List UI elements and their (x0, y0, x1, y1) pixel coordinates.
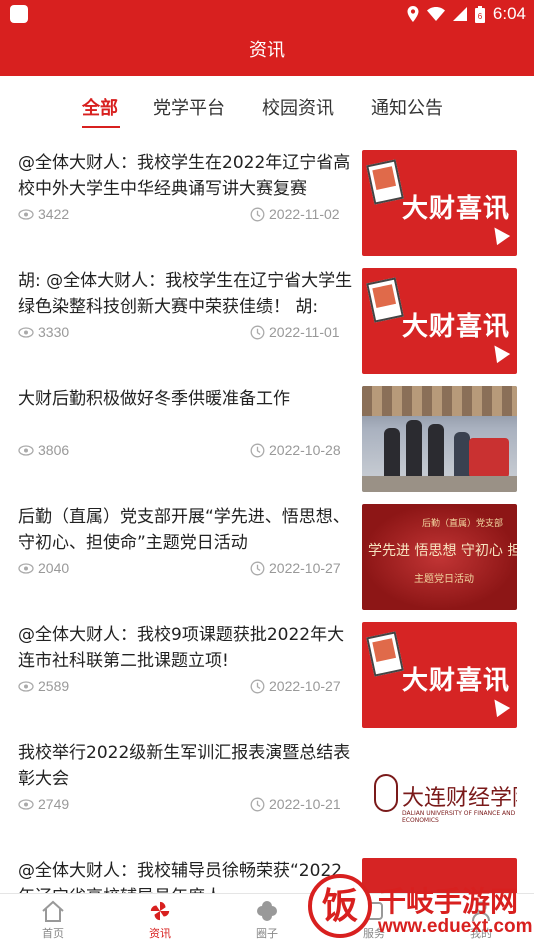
university-logo: 大连财经学院 DALIAN UNIVERSITY OF FINANCE AND … (362, 740, 517, 846)
view-count-value: 2040 (38, 560, 70, 576)
eye-icon (18, 680, 34, 692)
eye-icon (18, 562, 34, 574)
news-item[interactable]: 我校举行2022级新生军训汇报表演暨总结表彰大会 2749 2022-10-21… (0, 728, 534, 846)
news-thumbnail: 大财喜讯 (362, 268, 517, 374)
view-count: 2040 (18, 560, 69, 576)
publish-date: 2022-10-28 (250, 442, 341, 458)
university-seal-icon (374, 774, 398, 812)
eye-icon (18, 444, 34, 456)
eye-icon (18, 208, 34, 220)
thumbnail-text: 学先进 悟思想 守初心 担使命 (368, 543, 517, 559)
category-tabs: 全部 党学平台 校园资讯 通知公告 (0, 76, 534, 138)
publish-date: 2022-11-02 (250, 206, 340, 222)
view-count-value: 2589 (38, 678, 70, 694)
news-title: 后勤（直属）党支部开展“学先进、悟思想、守初心、担使命”主题党日活动 (18, 507, 350, 553)
watermark-logo-icon: 饭 (308, 874, 372, 938)
news-title: @全体大财人：我校学生在2022年辽宁省高校中外大学生中华经典诵写讲大赛复赛 (18, 153, 351, 199)
battery-level: 6 (478, 12, 483, 21)
app-notification-icon (10, 5, 28, 23)
clock-icon (250, 679, 265, 693)
date-value: 2022-11-02 (269, 206, 340, 222)
news-thumbnail: 大财喜讯 (362, 622, 517, 728)
nav-label: 资讯 (149, 927, 171, 940)
news-item[interactable]: 大财后勤积极做好冬季供暖准备工作 3806 2022-10-28 (0, 374, 534, 492)
nav-label: 圈子 (256, 927, 278, 940)
view-count-value: 3422 (38, 206, 70, 222)
location-icon (407, 6, 419, 22)
news-thumbnail-photo (362, 386, 517, 492)
tab-party-platform[interactable]: 党学平台 (153, 94, 225, 120)
news-item[interactable]: @全体大财人：我校学生在2022年辽宁省高校中外大学生中华经典诵写讲大赛复赛 3… (0, 138, 534, 256)
thumbnail-caption: 大财喜讯 (402, 194, 511, 224)
news-title: 大财后勤积极做好冬季供暖准备工作 (18, 389, 290, 409)
view-count-value: 3806 (38, 442, 70, 458)
thumbnail-text: 后勤（直属）党支部 (422, 519, 504, 529)
news-title: @全体大财人：我校辅导员徐畅荣获“2022年辽宁省高校辅导员年度人 (18, 861, 343, 893)
nav-news[interactable]: 资讯 (130, 900, 190, 941)
status-icons: 6 6:04 (407, 4, 526, 24)
clock-icon (250, 443, 265, 457)
news-item[interactable]: @全体大财人：我校9项课题获批2022年大连市社科联第二批课题立项! 2589 … (0, 610, 534, 728)
clover-icon (257, 901, 277, 921)
clock-icon (250, 325, 265, 339)
news-title: 我校举行2022级新生军训汇报表演暨总结表彰大会 (18, 743, 351, 789)
publish-date: 2022-10-27 (250, 678, 341, 694)
news-thumbnail: 大财喜讯 (362, 150, 517, 256)
watermark-url: www.eduext.com (378, 916, 533, 937)
publish-date: 2022-10-21 (250, 796, 341, 812)
watermark-title: 千岐手游网 (378, 885, 519, 918)
university-name: 大连财经学院 (402, 786, 517, 811)
envelope-icon (366, 277, 404, 323)
view-count: 2749 (18, 796, 69, 812)
watermark-logo-char: 饭 (322, 886, 358, 927)
nav-circle[interactable]: 圈子 (237, 900, 297, 941)
news-item[interactable]: 胡: @全体大财人：我校学生在辽宁省大学生绿色染整科技创新大赛中荣获佳绩！ 胡:… (0, 256, 534, 374)
clock-icon (250, 561, 265, 575)
nav-label: 首页 (42, 927, 64, 940)
wifi-icon (426, 7, 445, 21)
cursor-icon (487, 694, 511, 718)
date-value: 2022-10-27 (269, 678, 341, 694)
view-count: 3422 (18, 206, 69, 222)
thumbnail-caption: 大财喜讯 (402, 312, 511, 342)
view-count-value: 3330 (38, 324, 70, 340)
university-name-en: DALIAN UNIVERSITY OF FINANCE AND ECONOMI… (402, 810, 516, 824)
tab-campus-news[interactable]: 校园资讯 (262, 94, 334, 120)
date-value: 2022-10-21 (269, 796, 341, 812)
publish-date: 2022-11-01 (250, 324, 340, 340)
date-value: 2022-11-01 (269, 324, 340, 340)
view-count-value: 2749 (38, 796, 70, 812)
date-value: 2022-10-28 (269, 442, 341, 458)
news-item[interactable]: 后勤（直属）党支部开展“学先进、悟思想、守初心、担使命”主题党日活动 2040 … (0, 492, 534, 610)
date-value: 2022-10-27 (269, 560, 341, 576)
nav-home[interactable]: 首页 (23, 900, 83, 941)
tab-all[interactable]: 全部 (82, 94, 118, 120)
news-title: @全体大财人：我校9项课题获批2022年大连市社科联第二批课题立项! (18, 625, 345, 671)
active-tab-indicator (82, 126, 120, 128)
home-icon (42, 900, 64, 922)
publish-date: 2022-10-27 (250, 560, 341, 576)
thumbnail-caption: 大财喜讯 (402, 666, 511, 696)
page-title: 资讯 (0, 28, 534, 76)
envelope-icon (366, 159, 404, 205)
eye-icon (18, 326, 34, 338)
pinwheel-icon (150, 901, 170, 921)
thumbnail-text: 主题党日活动 (414, 574, 474, 585)
clock: 6:04 (492, 4, 526, 23)
tab-notices[interactable]: 通知公告 (371, 94, 443, 120)
news-title: 胡: @全体大财人：我校学生在辽宁省大学生绿色染整科技创新大赛中荣获佳绩！ 胡: (18, 271, 353, 317)
eye-icon (18, 798, 34, 810)
cursor-icon (487, 222, 511, 246)
view-count: 3806 (18, 442, 69, 458)
cursor-icon (487, 340, 511, 364)
view-count: 2589 (18, 678, 69, 694)
battery-icon: 6 (474, 5, 485, 23)
status-bar: 6 6:04 (0, 0, 534, 28)
signal-icon (452, 7, 467, 21)
clock-icon (250, 207, 265, 221)
news-thumbnail: 后勤（直属）党支部 学先进 悟思想 守初心 担使命 主题党日活动 (362, 504, 517, 610)
clock-icon (250, 797, 265, 811)
view-count: 3330 (18, 324, 69, 340)
envelope-icon (366, 631, 404, 677)
